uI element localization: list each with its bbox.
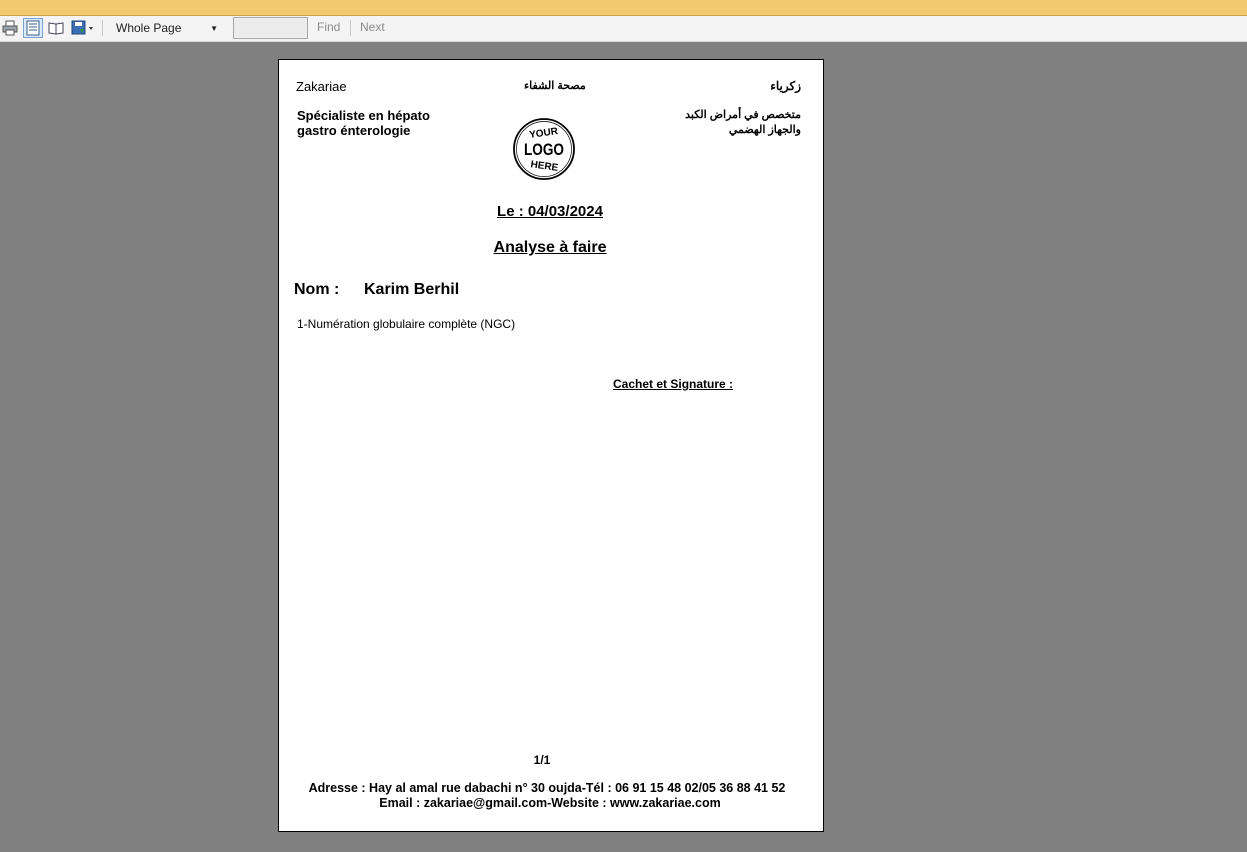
footer-address: Adresse : Hay al amal rue dabachi n° 30 … bbox=[308, 781, 786, 795]
report-page: Zakariae مصحة الشفاء زكرياء Spécialiste … bbox=[278, 59, 824, 832]
signature-label: Cachet et Signature : bbox=[613, 377, 734, 391]
save-dropdown-icon bbox=[71, 20, 93, 35]
analysis-item: 1-Numération globulaire complète (NGC) bbox=[297, 317, 516, 331]
printer-icon bbox=[2, 20, 18, 36]
page-number: 1/1 bbox=[533, 753, 551, 767]
patient-label: Nom : bbox=[294, 281, 340, 298]
find-button[interactable]: Find bbox=[317, 20, 340, 34]
toolbar-separator bbox=[350, 20, 351, 36]
next-button[interactable]: Next bbox=[360, 20, 385, 34]
specialty-fr-line1: Spécialiste en hépato bbox=[297, 108, 430, 123]
specialty-ar-line1: متخصص في أمراض الكبد bbox=[685, 109, 801, 121]
specialty-ar-line2: والجهاز الهضمي bbox=[728, 124, 801, 136]
date-line: Le : 04/03/2024 bbox=[497, 203, 603, 220]
doctor-name-fr: Zakariae bbox=[296, 79, 347, 94]
svg-text:LOGO: LOGO bbox=[524, 140, 564, 159]
export-button[interactable] bbox=[70, 18, 96, 38]
print-layout-button[interactable] bbox=[23, 18, 43, 38]
patient-name: Karim Berhil bbox=[364, 281, 460, 298]
specialty-fr-line2: gastro énterologie bbox=[297, 123, 411, 138]
document-title: Analyse à faire bbox=[493, 239, 607, 256]
report-viewer-toolbar: Whole Page ▼ Find Next bbox=[0, 16, 1247, 42]
clinic-name-ar: مصحة الشفاء bbox=[524, 80, 586, 92]
logo-image: YOUR LOGO HERE bbox=[513, 118, 575, 180]
page-setup-button[interactable] bbox=[46, 18, 66, 38]
open-book-icon bbox=[48, 22, 64, 35]
find-input[interactable] bbox=[233, 17, 308, 39]
print-button[interactable] bbox=[0, 18, 20, 38]
zoom-select[interactable]: Whole Page ▼ bbox=[110, 19, 222, 38]
zoom-value: Whole Page bbox=[116, 21, 182, 35]
footer-contact: Email : zakariae@gmail.com-Website : www… bbox=[379, 796, 721, 810]
doctor-name-ar: زكرياء bbox=[770, 79, 801, 93]
toolbar-separator bbox=[102, 20, 103, 36]
page-layout-icon bbox=[26, 20, 40, 36]
chevron-down-icon: ▼ bbox=[210, 24, 218, 33]
window-title-bar bbox=[0, 0, 1247, 16]
